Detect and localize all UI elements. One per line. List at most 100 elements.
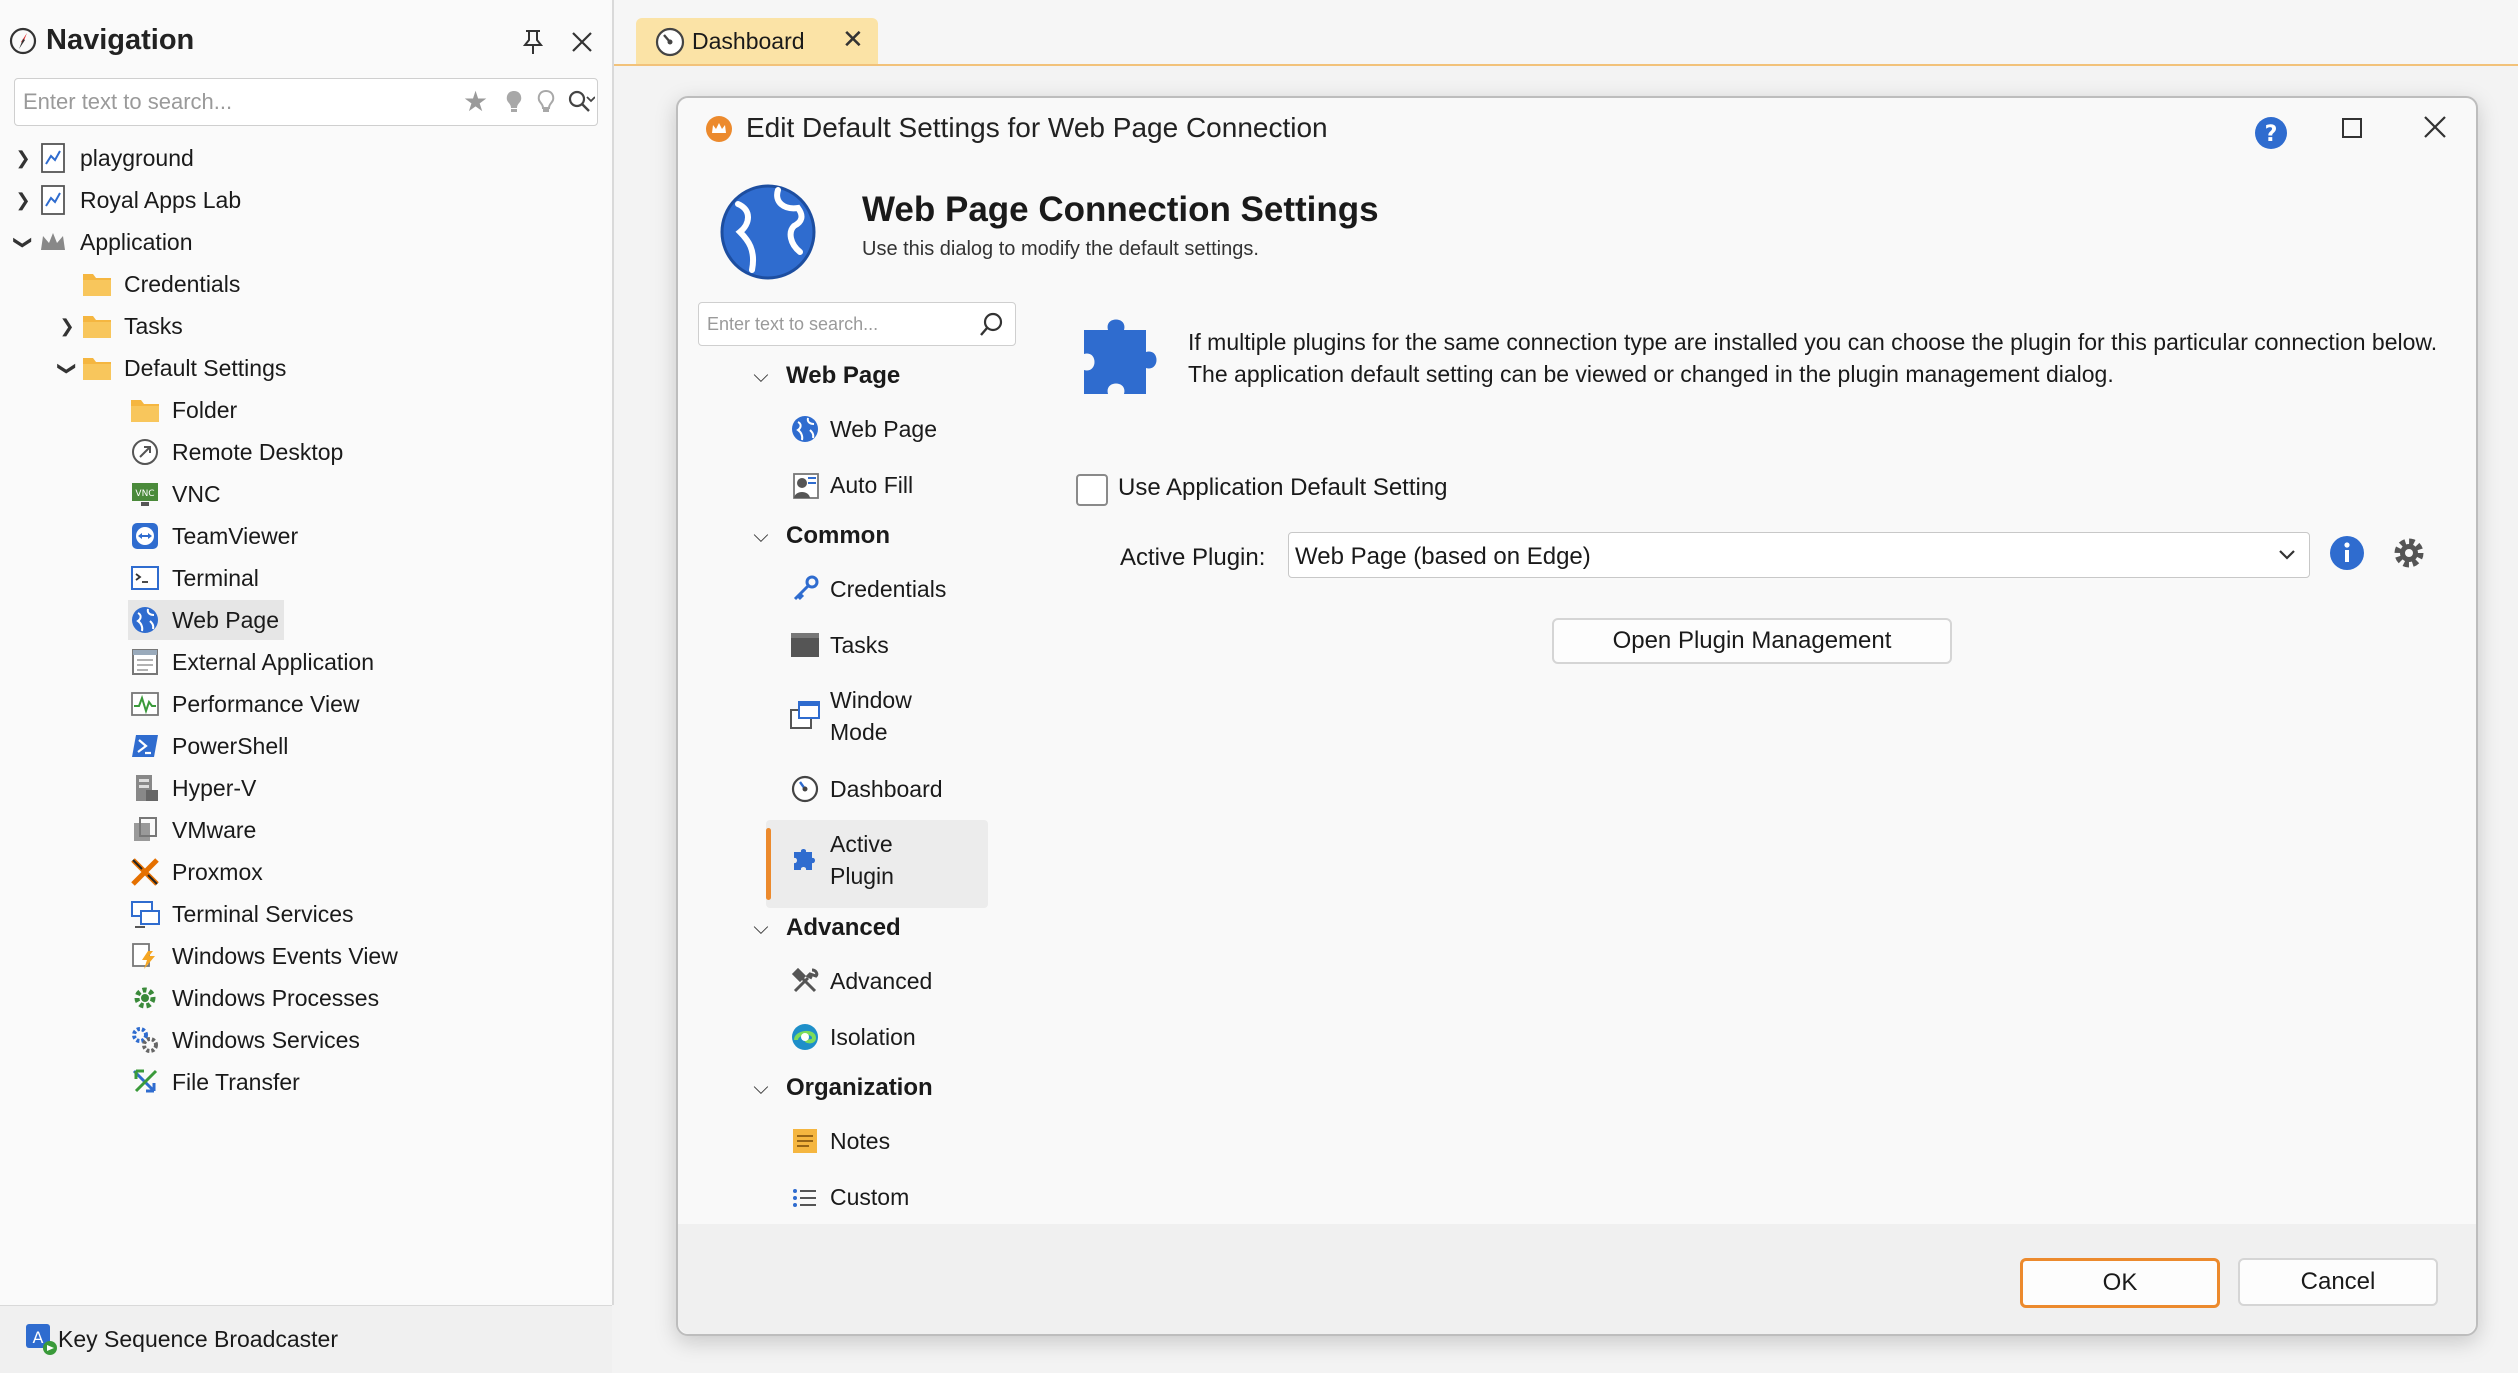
tree-item-label: Windows Events View [172, 942, 398, 969]
group-label: Web Page [786, 362, 901, 389]
teamviewer-icon [128, 520, 162, 552]
use-default-label[interactable]: Use Application Default Setting [1118, 474, 1448, 502]
settings-item-custom[interactable]: Custom [788, 1180, 909, 1214]
info-icon[interactable] [2328, 534, 2366, 572]
tree-item-label: Default Settings [124, 354, 287, 381]
chevron-down-icon[interactable]: ❯ [57, 355, 78, 381]
group-common[interactable]: ⌵ Common [736, 522, 890, 550]
tree-item-credentials[interactable]: Credentials [54, 264, 240, 304]
tree-item-label: Terminal [172, 564, 259, 591]
gear-icon[interactable] [2390, 534, 2428, 572]
tree-item-proxmox[interactable]: Proxmox [128, 852, 263, 892]
settings-item-advanced[interactable]: Advanced [788, 964, 932, 998]
bulb-filled-icon[interactable] [503, 89, 525, 115]
tree-item-hyper-v[interactable]: Hyper-V [128, 768, 256, 808]
item-label: Auto Fill [830, 471, 914, 498]
tree-item-default-settings[interactable]: ❯ Default Settings [54, 348, 287, 388]
search-options-icon[interactable] [567, 89, 595, 115]
tree-item-windows-processes[interactable]: Windows Processes [128, 978, 379, 1018]
maximize-icon[interactable] [2340, 116, 2364, 140]
key-sequence-broadcaster-bar[interactable]: A Key Sequence Broadcaster [0, 1305, 612, 1373]
settings-item-dashboard[interactable]: Dashboard [788, 772, 943, 806]
item-label: Credentials [830, 575, 947, 602]
settings-item-isolation[interactable]: Isolation [788, 1020, 916, 1054]
tree-item-label: VNC [172, 480, 221, 507]
tree-item-label: Web Page [172, 606, 279, 633]
close-icon[interactable] [570, 30, 594, 54]
tree-item-label: Credentials [124, 270, 241, 297]
close-tab-icon[interactable]: ✕ [842, 24, 864, 55]
navigation-title: Navigation [46, 24, 195, 56]
star-icon[interactable]: ★ [463, 85, 488, 118]
tab-label: Dashboard [692, 28, 805, 54]
settings-item-window-mode[interactable]: Window Mode [788, 684, 912, 748]
tree-item-folder[interactable]: Folder [128, 390, 237, 430]
cancel-button[interactable]: Cancel [2238, 1258, 2438, 1306]
use-default-checkbox[interactable] [1076, 474, 1108, 506]
tree-item-terminal[interactable]: Terminal [128, 558, 259, 598]
tree-item-label: Tasks [124, 312, 183, 339]
item-label: Isolation [830, 1023, 916, 1050]
bulb-outline-icon[interactable] [535, 89, 557, 115]
tree-item-playground[interactable]: ❯ playground [10, 138, 194, 178]
svg-text:A: A [33, 1328, 44, 1347]
tree-item-windows-services[interactable]: Windows Services [128, 1020, 360, 1060]
terminal-icon [128, 562, 162, 594]
chevron-right-icon[interactable]: ❯ [10, 148, 36, 169]
tree-item-tasks[interactable]: ❯ Tasks [54, 306, 183, 346]
active-plugin-select[interactable]: Web Page (based on Edge) [1288, 532, 2310, 578]
settings-item-notes[interactable]: Notes [788, 1124, 890, 1158]
folder-icon [128, 394, 162, 426]
tree-item-vmware[interactable]: VMware [128, 810, 256, 850]
tree-item-external-application[interactable]: External Application [128, 642, 374, 682]
settings-item-credentials[interactable]: Credentials [788, 572, 946, 606]
chevron-down-icon[interactable]: ⌵ [736, 1077, 786, 1100]
folder-icon [80, 310, 114, 342]
tree-item-application[interactable]: ❯ Application [10, 222, 193, 262]
tree-item-label: External Application [172, 648, 375, 675]
settings-item-web-page[interactable]: Web Page [788, 412, 937, 446]
dialog-title: Edit Default Settings for Web Page Conne… [746, 112, 1328, 143]
navigation-search-input[interactable]: Enter text to search... ★ [14, 78, 598, 126]
chevron-right-icon[interactable]: ❯ [54, 316, 80, 337]
search-icon[interactable] [979, 311, 1005, 337]
chevron-right-icon[interactable]: ❯ [10, 190, 36, 211]
chevron-down-icon[interactable]: ⌵ [736, 365, 786, 388]
group-label: Common [786, 522, 890, 549]
tree-item-label: Performance View [172, 690, 360, 717]
tree-item-web-page[interactable]: Web Page [128, 600, 284, 640]
tree-item-remote-desktop[interactable]: Remote Desktop [128, 432, 343, 472]
tree-item-royal-apps-lab[interactable]: ❯ Royal Apps Lab [10, 180, 241, 220]
chevron-down-icon[interactable]: ❯ [13, 229, 34, 255]
settings-item-active-plugin[interactable]: Active Plugin [788, 828, 894, 892]
tree-item-label: playground [80, 144, 194, 171]
tree-item-teamviewer[interactable]: TeamViewer [128, 516, 298, 556]
tree-item-terminal-services[interactable]: Terminal Services [128, 894, 354, 934]
pin-icon[interactable] [520, 28, 546, 56]
ok-button[interactable]: OK [2020, 1258, 2220, 1308]
tree-item-file-transfer[interactable]: File Transfer [128, 1062, 300, 1102]
tree-item-vnc[interactable]: VNC VNC [128, 474, 221, 514]
tree-item-label: Windows Services [172, 1026, 360, 1053]
group-advanced[interactable]: ⌵ Advanced [736, 914, 900, 942]
help-icon[interactable]: ? [2254, 116, 2288, 150]
item-label-line1: Window [830, 687, 912, 713]
navigation-panel: Navigation Enter text to search... ★ ❯ p… [0, 0, 614, 1305]
chevron-down-icon[interactable]: ⌵ [736, 917, 786, 940]
settings-search-input[interactable]: Enter text to search... [698, 302, 1016, 346]
tree-item-performance-view[interactable]: Performance View [128, 684, 360, 724]
item-label: Custom [830, 1183, 910, 1210]
settings-item-tasks[interactable]: Tasks [788, 628, 889, 662]
item-label: Notes [830, 1127, 891, 1154]
open-plugin-management-button[interactable]: Open Plugin Management [1552, 618, 1952, 664]
chevron-down-icon[interactable] [2275, 539, 2299, 569]
tree-item-windows-events-view[interactable]: Windows Events View [128, 936, 398, 976]
tree-item-powershell[interactable]: PowerShell [128, 726, 288, 766]
chevron-down-icon[interactable]: ⌵ [736, 525, 786, 548]
settings-item-auto-fill[interactable]: Auto Fill [788, 468, 913, 502]
puzzle-icon [788, 842, 822, 876]
close-dialog-icon[interactable] [2422, 114, 2448, 140]
group-web-page[interactable]: ⌵ Web Page [736, 362, 900, 390]
group-organization[interactable]: ⌵ Organization [736, 1074, 932, 1102]
tab-dashboard[interactable]: Dashboard ✕ [636, 18, 878, 64]
